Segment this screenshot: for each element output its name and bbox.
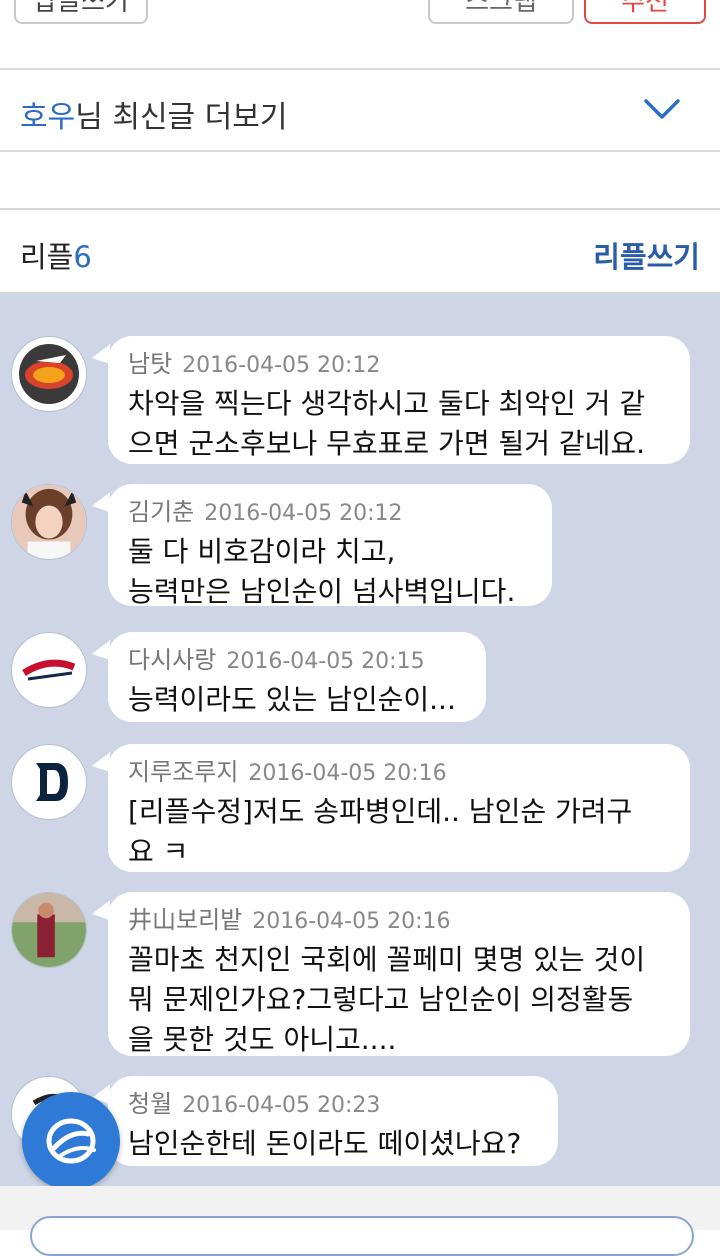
comment-author[interactable]: 井山보리밭: [128, 906, 242, 934]
comment-bubble: 다시사랑 2016-04-05 20:15 능력이라도 있는 남인순이...: [92, 632, 486, 722]
comment-date: 2016-04-05 20:23: [182, 1093, 381, 1118]
baseball-logo-icon: [46, 1118, 96, 1164]
comment-date: 2016-04-05 20:12: [182, 353, 381, 378]
comment-bubble: 남탓 2016-04-05 20:12 차악을 찍는다 생각하시고 둘다 최악인 …: [92, 336, 690, 464]
recommend-button[interactable]: 추천: [584, 0, 706, 24]
reply-input-area: [0, 1186, 720, 1256]
comment-author[interactable]: 김기춘: [128, 498, 194, 526]
comment-date: 2016-04-05 20:16: [252, 909, 451, 934]
photo-avatar[interactable]: [11, 892, 87, 968]
replies-count-label: 리플6: [20, 234, 92, 276]
comment-meta: 다시사랑 2016-04-05 20:15: [128, 646, 464, 676]
comment-text: 능력이라도 있는 남인순이...: [128, 683, 456, 716]
comment-text: 꼴마초 천지인 국회에 꼴페미 몇명 있는 것이 뭐 문제인가요?그렇다고 남인…: [128, 943, 646, 1056]
comment-date: 2016-04-05 20:16: [248, 761, 447, 786]
comment-meta: 지루조루지 2016-04-05 20:16: [128, 758, 668, 788]
comment-author[interactable]: 다시사랑: [128, 646, 216, 674]
post-action-bar: 답글쓰기 스크랩 추천: [0, 0, 720, 70]
write-reply-button[interactable]: 리플쓰기: [593, 234, 700, 276]
more-posts-label: 호우님 최신글 더보기: [20, 92, 287, 136]
replies-count: 6: [73, 240, 92, 274]
photo-avatar[interactable]: [11, 484, 87, 560]
comment-list: 남탓 2016-04-05 20:12 차악을 찍는다 생각하시고 둘다 최악인 …: [0, 294, 720, 1186]
author-nick: 호우: [20, 100, 76, 135]
author-more-posts-row[interactable]: 호우님 최신글 더보기: [0, 70, 720, 152]
comment-bubble: 井山보리밭 2016-04-05 20:16 꼴마초 천지인 국회에 꼴페미 몇명…: [92, 892, 690, 1056]
comment-author[interactable]: 청월: [128, 1090, 172, 1118]
comment-meta: 남탓 2016-04-05 20:12: [128, 350, 668, 380]
comment-bubble: 청월 2016-04-05 20:23 남인순한테 돈이라도 떼이셨나요?: [92, 1076, 558, 1166]
comment-bubble: 지루조루지 2016-04-05 20:16 [리플수정]저도 송파병인데.. 남…: [92, 744, 690, 872]
comment-meta: 井山보리밭 2016-04-05 20:16: [128, 906, 668, 936]
comment-date: 2016-04-05 20:12: [204, 501, 403, 526]
write-reply-post-button[interactable]: 답글쓰기: [14, 0, 148, 24]
comment-date: 2016-04-05 20:15: [226, 649, 425, 674]
comment-bubble: 김기춘 2016-04-05 20:12 둘 다 비호감이라 치고, 능력만은 남…: [92, 484, 552, 608]
replies-label: 리플: [20, 240, 74, 274]
comment-text: 둘 다 비호감이라 치고, 능력만은 남인순이 넘사벽입니다.: [128, 535, 516, 608]
team-logo-icon[interactable]: [11, 336, 87, 412]
comment-meta: 청월 2016-04-05 20:23: [128, 1090, 536, 1120]
app-home-button[interactable]: [22, 1092, 120, 1190]
comment-text: 차악을 찍는다 생각하시고 둘다 최악인 거 같 으면 군소후보나 무효표로 가…: [128, 387, 646, 460]
comment-text: [리플수정]저도 송파병인데.. 남인순 가려구 요 ㅋ: [128, 795, 633, 868]
replies-header: 리플6 리플쓰기: [0, 212, 720, 294]
more-posts-text: 님 최신글 더보기: [75, 100, 288, 135]
braves-logo-icon[interactable]: [11, 632, 87, 708]
comment-author[interactable]: 지루조루지: [128, 758, 238, 786]
scrap-button[interactable]: 스크랩: [428, 0, 574, 24]
comment-author[interactable]: 남탓: [128, 350, 172, 378]
reply-input[interactable]: [30, 1216, 694, 1256]
spacer: [0, 152, 720, 210]
comment-meta: 김기춘 2016-04-05 20:12: [128, 498, 530, 528]
tigers-logo-icon[interactable]: [11, 744, 87, 820]
comment-text: 남인순한테 돈이라도 떼이셨나요?: [128, 1127, 522, 1160]
chevron-down-icon[interactable]: [644, 98, 680, 120]
